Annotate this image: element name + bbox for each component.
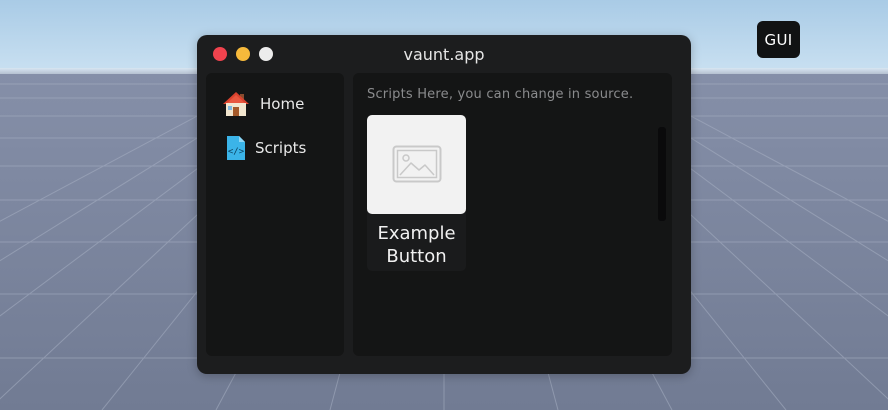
gui-toggle-button[interactable]: GUI [757,21,800,58]
sidebar-item-scripts[interactable]: </> Scripts [206,131,344,165]
image-placeholder-icon [392,145,442,183]
window-title: vaunt.app [403,45,485,64]
panel-hint-text: Scripts Here, you can change in source. [367,87,634,102]
card-label-line2: Button [386,246,447,267]
card-thumbnail [367,115,466,214]
sidebar-item-home[interactable]: Home [206,87,344,121]
scripts-panel: Scripts Here, you can change in source. … [353,73,672,356]
scrollbar[interactable] [658,127,666,221]
sidebar-item-label: Home [260,95,305,113]
script-card-example-button[interactable]: Example Button [367,115,466,271]
svg-text:</>: </> [228,147,245,157]
house-icon [222,91,250,117]
app-window: vaunt.app Home </> Scripts Scripts Here,… [197,35,691,374]
title-bar[interactable]: vaunt.app [197,35,691,73]
card-label-line1: Example [377,223,456,244]
sidebar: Home </> Scripts [206,73,344,356]
card-label: Example Button [367,222,466,268]
code-file-icon: </> [225,135,253,161]
sidebar-item-label: Scripts [255,139,307,157]
